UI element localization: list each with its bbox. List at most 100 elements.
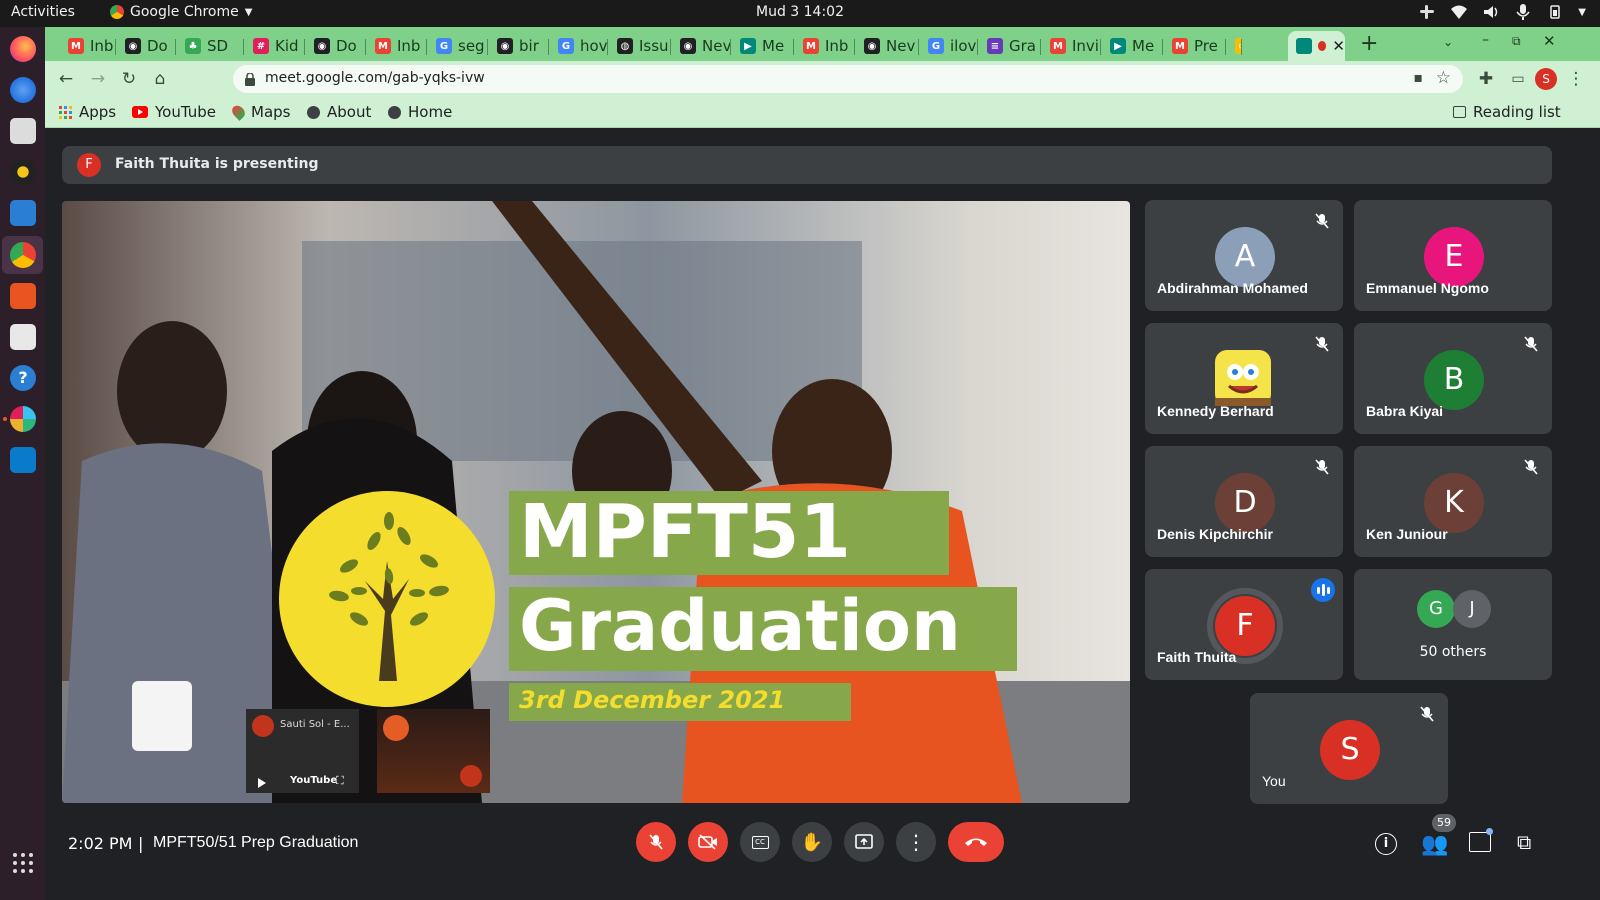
- vscode-icon[interactable]: [10, 447, 36, 473]
- tab-19[interactable]: ▭My: [1227, 31, 1241, 61]
- captions-button[interactable]: CC: [740, 822, 780, 862]
- participant-tile[interactable]: F Faith Thuita: [1145, 569, 1343, 680]
- participant-tile[interactable]: K Ken Juniour: [1354, 446, 1552, 557]
- participant-tile[interactable]: E Emmanuel Ngomo: [1354, 200, 1552, 311]
- extensions-icon[interactable]: ✚: [1475, 68, 1497, 90]
- self-tile[interactable]: S You: [1250, 693, 1448, 804]
- fullscreen-icon[interactable]: ⛶: [336, 774, 344, 788]
- embedded-video-thumbnail-1[interactable]: Sauti Sol - E... YouTube ⛶: [246, 709, 359, 793]
- wifi-icon[interactable]: [1450, 3, 1468, 21]
- leave-call-button[interactable]: [948, 822, 1004, 862]
- maximize-window-icon[interactable]: ⧉: [1512, 34, 1521, 49]
- tab-separator: [304, 39, 305, 55]
- minimize-window-icon[interactable]: –: [1482, 32, 1489, 48]
- tab-14[interactable]: Gilov: [920, 31, 977, 61]
- power-icon[interactable]: [1546, 3, 1564, 21]
- home-icon[interactable]: ⌂: [149, 68, 171, 90]
- tab-1[interactable]: ◉ Do: [117, 31, 175, 61]
- back-arrow-icon[interactable]: ←: [55, 68, 77, 90]
- bookmark-youtube[interactable]: YouTube: [132, 103, 216, 121]
- bookmark-home[interactable]: Home: [388, 103, 452, 121]
- new-tab-button[interactable]: +: [1360, 31, 1378, 56]
- camera-toggle-button[interactable]: [688, 822, 728, 862]
- help-icon[interactable]: ?: [10, 365, 36, 391]
- thunderbird-icon[interactable]: [10, 77, 36, 103]
- others-tile[interactable]: G J 50 others: [1354, 569, 1552, 680]
- libreoffice-calc-icon[interactable]: [10, 324, 36, 350]
- kebab-menu-icon[interactable]: ⋮: [1565, 68, 1587, 90]
- gmail-icon: M: [68, 38, 84, 54]
- tab-18[interactable]: M Pre: [1164, 31, 1225, 61]
- show-apps-icon[interactable]: [13, 853, 33, 873]
- participant-name: Denis Kipchirchir: [1157, 526, 1273, 542]
- close-window-icon[interactable]: ✕: [1543, 32, 1556, 50]
- tab-11[interactable]: ▶ Me: [732, 31, 793, 61]
- reload-icon[interactable]: ↻: [118, 68, 140, 90]
- tab-active-meet[interactable]: ✕: [1288, 31, 1345, 61]
- tab-label: Pre: [1194, 37, 1218, 55]
- clock[interactable]: Mud 3 14:02: [756, 4, 844, 20]
- tab-search-icon[interactable]: ⌄: [1443, 35, 1453, 49]
- close-tab-icon[interactable]: ✕: [1332, 37, 1345, 55]
- volume-icon[interactable]: [1482, 3, 1500, 21]
- files-icon[interactable]: [10, 118, 36, 144]
- more-options-button[interactable]: ⋮: [896, 822, 936, 862]
- rhythmbox-icon[interactable]: [10, 159, 36, 185]
- mic-toggle-button[interactable]: [636, 822, 676, 862]
- star-bookmark-icon[interactable]: ☆: [1436, 68, 1451, 88]
- chrome-dock-icon[interactable]: [10, 242, 36, 268]
- tab-4[interactable]: ◉ Do: [306, 31, 365, 61]
- presenter-avatar: F: [77, 153, 101, 177]
- slack-dock-icon[interactable]: [10, 406, 36, 432]
- tab-13[interactable]: ◉ Nev: [856, 31, 918, 61]
- address-bar[interactable]: meet.google.com/gab-yqks-ivw ▪ ☆: [233, 65, 1463, 93]
- people-icon[interactable]: 👥: [1421, 832, 1448, 857]
- tab-5[interactable]: M Inb: [367, 31, 426, 61]
- chat-icon[interactable]: [1469, 832, 1491, 852]
- raise-hand-button[interactable]: ✋: [792, 822, 832, 862]
- cast-icon[interactable]: ▭: [1507, 68, 1529, 90]
- lock-icon[interactable]: [245, 71, 255, 86]
- tab-16[interactable]: M Invi: [1042, 31, 1100, 61]
- bookmark-maps[interactable]: Maps: [229, 103, 290, 121]
- reading-list-button[interactable]: Reading list: [1453, 103, 1561, 121]
- libreoffice-writer-icon[interactable]: [10, 200, 36, 226]
- bookmark-about[interactable]: About: [307, 103, 371, 121]
- bookmark-apps[interactable]: Apps: [59, 103, 116, 121]
- slack-tray-icon[interactable]: [1418, 3, 1436, 21]
- tab-10[interactable]: ◉ Nev: [672, 31, 730, 61]
- system-tray[interactable]: ▼: [1418, 3, 1586, 21]
- chevron-down-icon: ▼: [1578, 6, 1586, 18]
- tab-3[interactable]: # Kid: [245, 31, 304, 61]
- tab-9[interactable]: ◍ Issu: [609, 31, 670, 61]
- participant-tile[interactable]: Kennedy Berhard: [1145, 323, 1343, 434]
- mic-muted-icon: [1315, 213, 1329, 229]
- tab-15[interactable]: ≡ Gra: [979, 31, 1040, 61]
- meeting-details-icon[interactable]: i: [1375, 833, 1397, 855]
- tab-0[interactable]: M Inb: [60, 31, 115, 61]
- participant-tile[interactable]: D Denis Kipchirchir: [1145, 446, 1343, 557]
- recording-dot-icon: [1318, 41, 1327, 51]
- forward-arrow-icon[interactable]: →: [87, 68, 109, 90]
- app-menu[interactable]: Google Chrome ▼: [110, 4, 252, 20]
- play-icon[interactable]: [258, 778, 266, 788]
- tab-7[interactable]: ◉ bir: [489, 31, 548, 61]
- profile-avatar[interactable]: S: [1535, 68, 1557, 90]
- microphone-icon[interactable]: [1514, 3, 1532, 21]
- present-now-button[interactable]: [844, 822, 884, 862]
- firefox-icon[interactable]: [10, 36, 36, 62]
- tab-6[interactable]: Gseg: [428, 31, 487, 61]
- tab-2[interactable]: ♣ SD: [177, 31, 243, 61]
- tab-12[interactable]: M Inb: [795, 31, 854, 61]
- presentation-stage[interactable]: MPFT51 Graduation 3rd December 2021 Saut…: [62, 201, 1130, 803]
- camera-off-icon: [698, 834, 717, 850]
- activities-button[interactable]: Activities: [11, 4, 75, 20]
- camera-in-use-icon[interactable]: ▪: [1414, 70, 1424, 86]
- participant-tile[interactable]: A Abdirahman Mohamed: [1145, 200, 1343, 311]
- embedded-video-thumbnail-2[interactable]: [377, 709, 490, 793]
- tab-8[interactable]: Ghov: [550, 31, 607, 61]
- tab-17[interactable]: ▶ Me: [1102, 31, 1162, 61]
- participant-tile[interactable]: B Babra Kiyai: [1354, 323, 1552, 434]
- software-center-icon[interactable]: [10, 283, 36, 309]
- activities-icon[interactable]: ⧉: [1517, 830, 1531, 854]
